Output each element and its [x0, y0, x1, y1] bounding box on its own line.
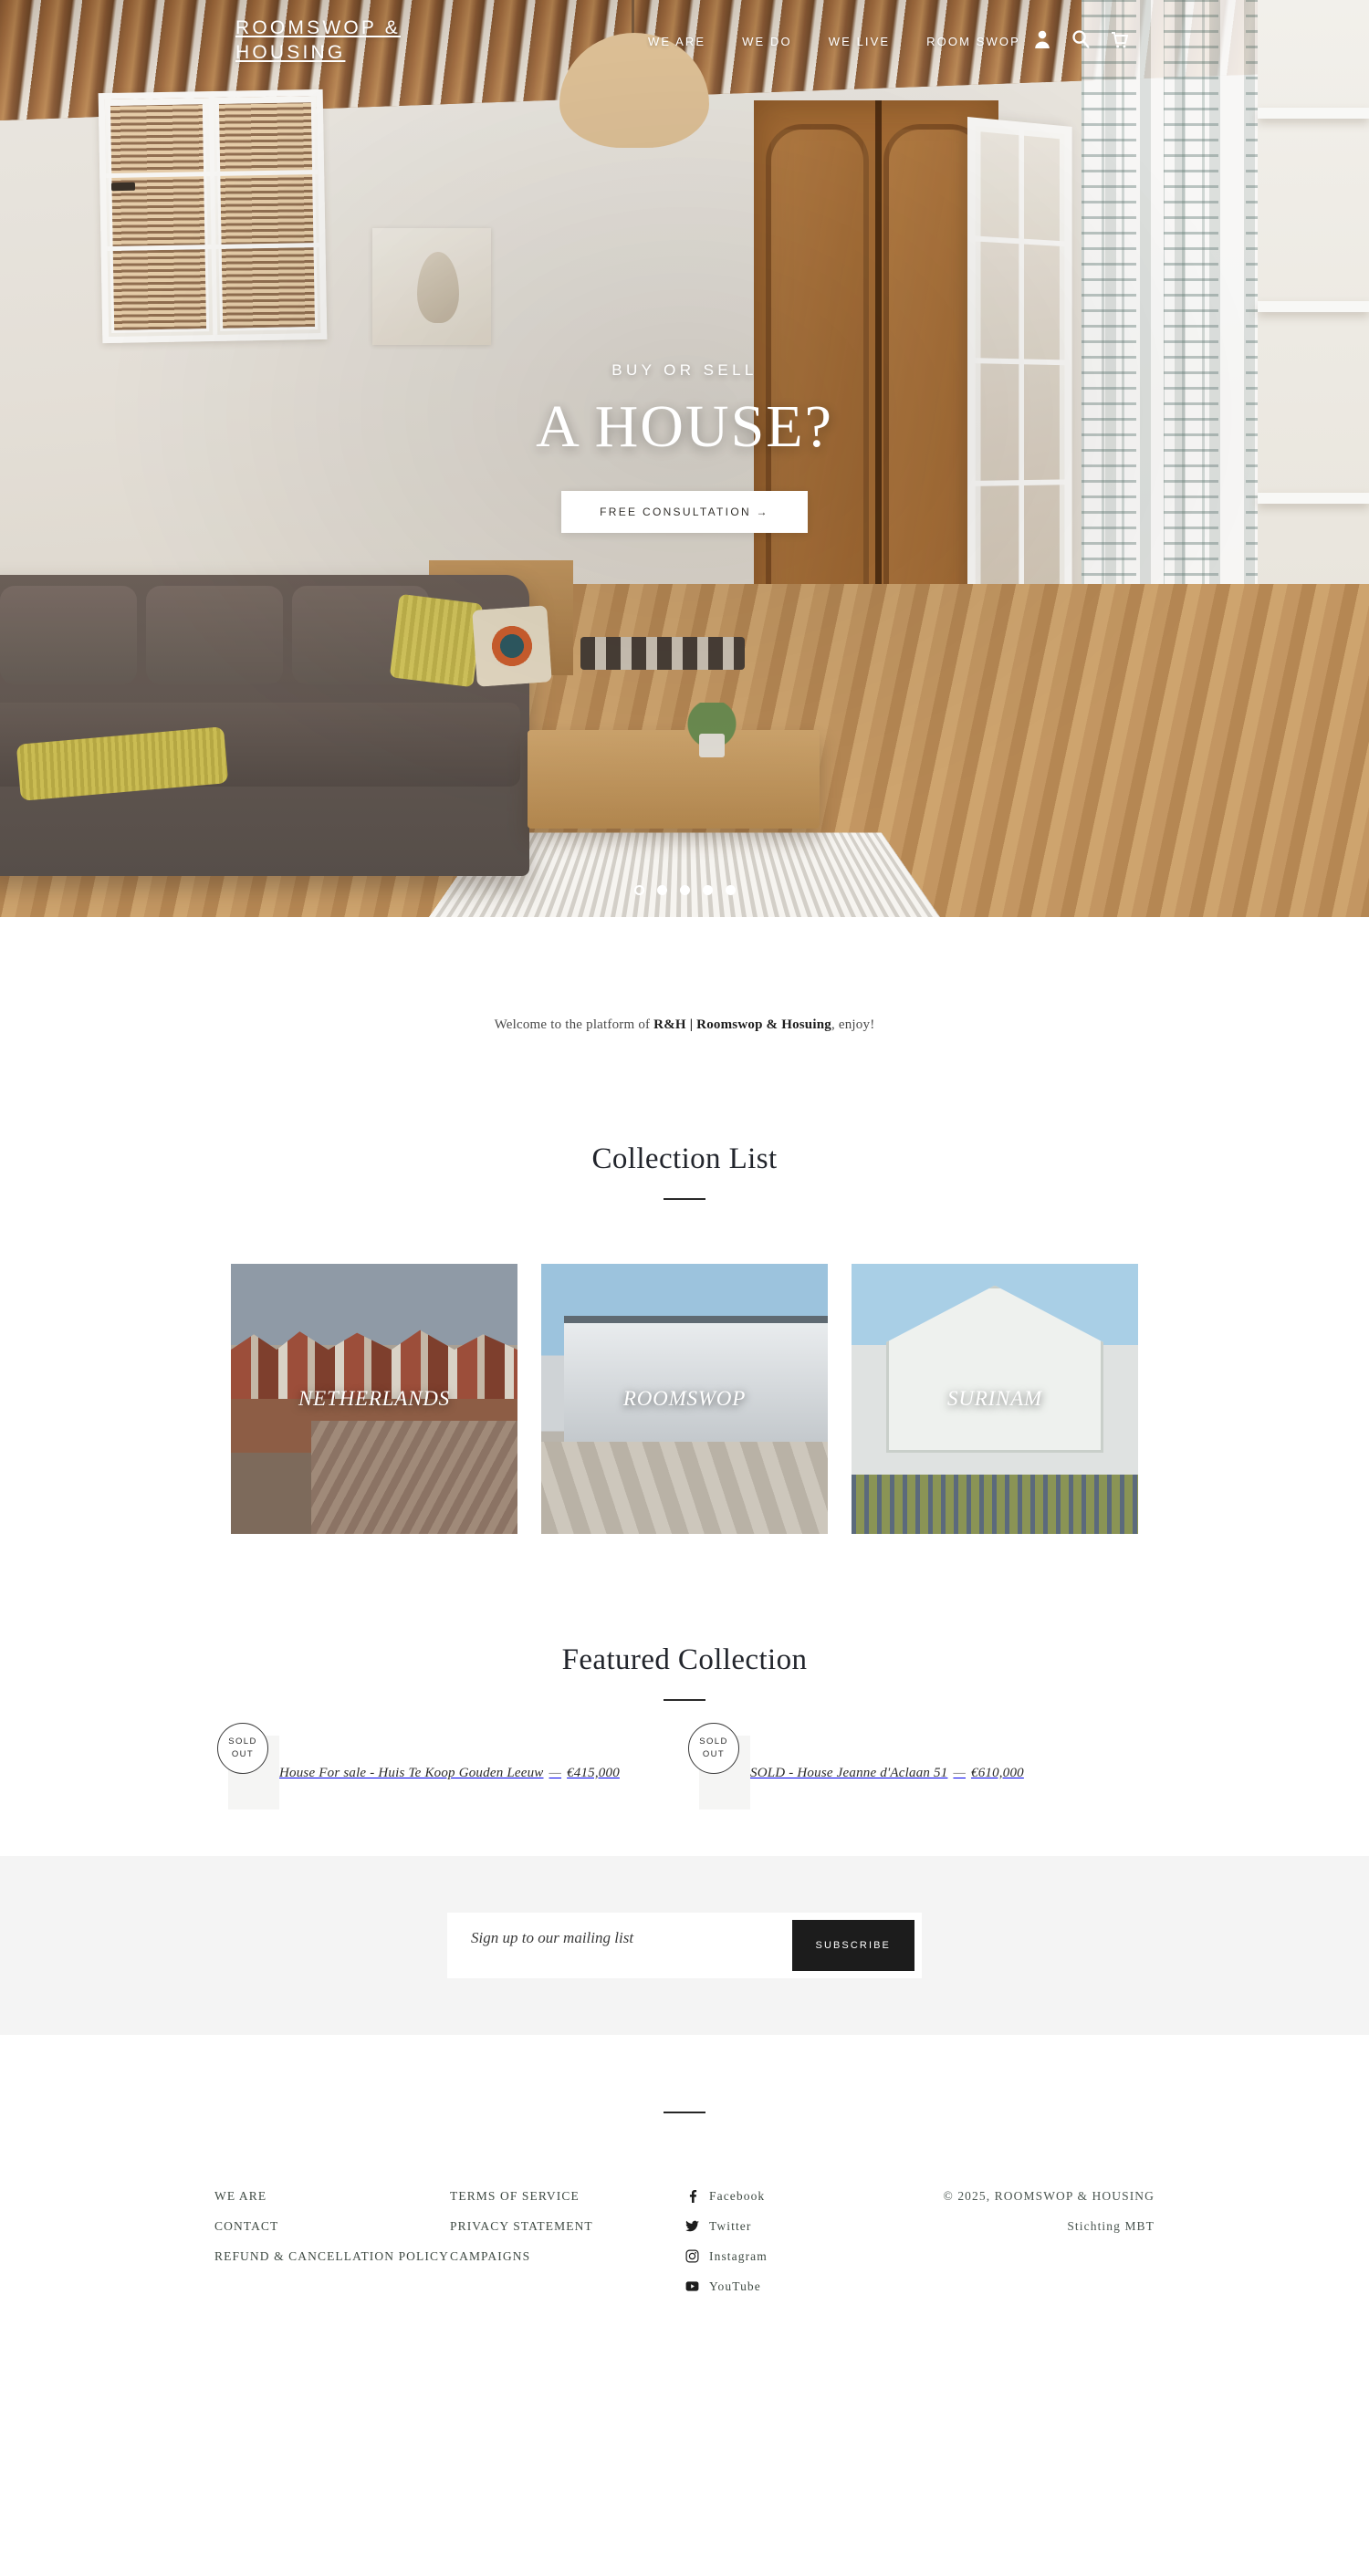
collection-list-grid: NETHERLANDS ROOMSWOP SURINAM	[0, 1264, 1369, 1534]
nav-item-we-live[interactable]: WE LIVE	[810, 35, 908, 48]
site-footer: WE ARE CONTACT REFUND & CANCELLATION POL…	[0, 2035, 1369, 2357]
account-icon[interactable]	[1033, 29, 1051, 49]
header-icon-group	[1033, 29, 1128, 49]
featured-collection-divider	[664, 1699, 705, 1701]
collection-label: SURINAM	[947, 1387, 1042, 1410]
nav-item-we-do[interactable]: WE DO	[724, 35, 810, 48]
footer-divider	[664, 2112, 705, 2113]
hero-copy: BUY OR SELL A HOUSE? FREE CONSULTATION →	[0, 361, 1369, 533]
copyright-line-2: Stichting MBT	[1067, 2219, 1155, 2234]
slide-dot-2[interactable]	[656, 885, 667, 895]
copyright-line-1: © 2025, ROOMSWOP & HOUSING	[943, 2189, 1155, 2203]
product-meta: SOLD - House Jeanne d'Aclaan 51 — €610,000	[750, 1766, 1024, 1780]
facebook-icon	[685, 2189, 699, 2204]
footer-columns: WE ARE CONTACT REFUND & CANCELLATION POL…	[214, 2181, 1155, 2301]
slideshow-dots[interactable]	[0, 885, 1369, 895]
status-badge: SOLD OUT	[217, 1723, 268, 1774]
footer-social-label: Instagram	[709, 2249, 768, 2264]
subscribe-button[interactable]: SUBSCRIBE	[791, 1920, 914, 1971]
newsletter-section: SUBSCRIBE	[0, 1856, 1369, 2035]
nav-item-we-are[interactable]: WE ARE	[630, 35, 724, 48]
badge-line-1: SOLD	[699, 1736, 728, 1747]
product-title: SOLD - House Jeanne d'Aclaan 51	[750, 1766, 948, 1780]
footer-link-instagram[interactable]: Instagram	[685, 2241, 921, 2271]
nav-item-room-swop[interactable]: ROOM SWOP	[908, 35, 1039, 48]
collection-label: NETHERLANDS	[298, 1387, 450, 1410]
footer-social-label: Facebook	[709, 2189, 766, 2203]
youtube-icon	[685, 2279, 699, 2293]
main-navigation[interactable]: WE ARE WE DO WE LIVE ROOM SWOP	[630, 35, 1039, 48]
twitter-icon	[685, 2219, 699, 2233]
welcome-brand: R&H | Roomswop & Hosuing	[653, 1017, 831, 1032]
site-logo[interactable]: ROOMSWOP & HOUSING	[235, 16, 445, 66]
badge-line-1: SOLD	[228, 1736, 257, 1747]
footer-link-youtube[interactable]: YouTube	[685, 2271, 921, 2301]
footer-column-legal: TERMS OF SERVICE PRIVACY STATEMENT CAMPA…	[450, 2181, 685, 2301]
welcome-suffix: , enjoy!	[831, 1017, 875, 1032]
footer-copyright: © 2025, ROOMSWOP & HOUSING Stichting MBT	[921, 2181, 1155, 2301]
welcome-prefix: Welcome to the platform of	[494, 1017, 654, 1032]
footer-social-label: Twitter	[709, 2219, 752, 2234]
footer-link-privacy-statement[interactable]: PRIVACY STATEMENT	[450, 2211, 685, 2241]
newsletter-form: SUBSCRIBE	[447, 1913, 922, 1978]
hero-title: A HOUSE?	[536, 393, 833, 460]
collection-card-netherlands[interactable]: NETHERLANDS	[231, 1264, 517, 1534]
product-price: €610,000	[971, 1766, 1024, 1780]
product-title: House For sale - Huis Te Koop Gouden Lee…	[279, 1766, 544, 1780]
footer-column-social: Facebook Twitter Instagram YouTube	[685, 2181, 921, 2301]
collection-list-divider	[664, 1198, 705, 1200]
badge-line-2: OUT	[231, 1749, 255, 1759]
page-root: ROOMSWOP & HOUSING WE ARE WE DO WE LIVE …	[0, 0, 1369, 2357]
product-card-jeanne-daclaan[interactable]: SOLD OUT SOLD - House Jeanne d'Aclaan 51…	[688, 1723, 1141, 1809]
newsletter-email-input[interactable]	[447, 1913, 792, 1964]
product-separator: —	[953, 1766, 966, 1780]
badge-line-2: OUT	[702, 1749, 726, 1759]
featured-products-grid: SOLD OUT House For sale - Huis Te Koop G…	[0, 1723, 1369, 1809]
footer-social-label: YouTube	[709, 2279, 761, 2294]
welcome-text: Welcome to the platform of R&H | Roomswo…	[0, 917, 1369, 1033]
collection-card-roomswop[interactable]: ROOMSWOP	[541, 1264, 828, 1534]
cart-icon[interactable]	[1110, 29, 1128, 49]
footer-link-terms-of-service[interactable]: TERMS OF SERVICE	[450, 2181, 685, 2211]
product-separator: —	[549, 1766, 562, 1780]
footer-link-contact[interactable]: CONTACT	[214, 2211, 450, 2241]
footer-link-refund-policy[interactable]: REFUND & CANCELLATION POLICY	[214, 2241, 450, 2271]
product-price: €415,000	[567, 1766, 620, 1780]
search-icon[interactable]	[1071, 29, 1090, 49]
collection-label: ROOMSWOP	[622, 1387, 747, 1410]
featured-collection-title: Featured Collection	[561, 1643, 808, 1676]
slide-dot-4[interactable]	[702, 885, 713, 895]
instagram-icon	[685, 2249, 699, 2263]
slide-dot-5[interactable]	[725, 885, 736, 895]
footer-link-twitter[interactable]: Twitter	[685, 2211, 921, 2241]
product-image-frame: SOLD OUT	[688, 1723, 750, 1809]
product-meta: House For sale - Huis Te Koop Gouden Lee…	[279, 1766, 620, 1780]
hero-slideshow[interactable]: ROOMSWOP & HOUSING WE ARE WE DO WE LIVE …	[0, 0, 1369, 917]
free-consultation-button[interactable]: FREE CONSULTATION →	[561, 491, 808, 533]
collection-card-surinam[interactable]: SURINAM	[852, 1264, 1138, 1534]
footer-link-we-are[interactable]: WE ARE	[214, 2181, 450, 2211]
status-badge: SOLD OUT	[688, 1723, 739, 1774]
collection-list-title: Collection List	[591, 1142, 778, 1175]
footer-link-campaigns[interactable]: CAMPAIGNS	[450, 2241, 685, 2271]
site-header: ROOMSWOP & HOUSING WE ARE WE DO WE LIVE …	[0, 0, 1369, 88]
slide-dot-1[interactable]	[633, 885, 644, 895]
product-card-gouden-leeuw[interactable]: SOLD OUT House For sale - Huis Te Koop G…	[217, 1723, 670, 1809]
product-image-frame: SOLD OUT	[217, 1723, 279, 1809]
footer-link-facebook[interactable]: Facebook	[685, 2181, 921, 2211]
hero-kicker: BUY OR SELL	[611, 361, 758, 379]
slide-dot-3[interactable]	[679, 885, 690, 895]
footer-column-primary: WE ARE CONTACT REFUND & CANCELLATION POL…	[214, 2181, 450, 2301]
